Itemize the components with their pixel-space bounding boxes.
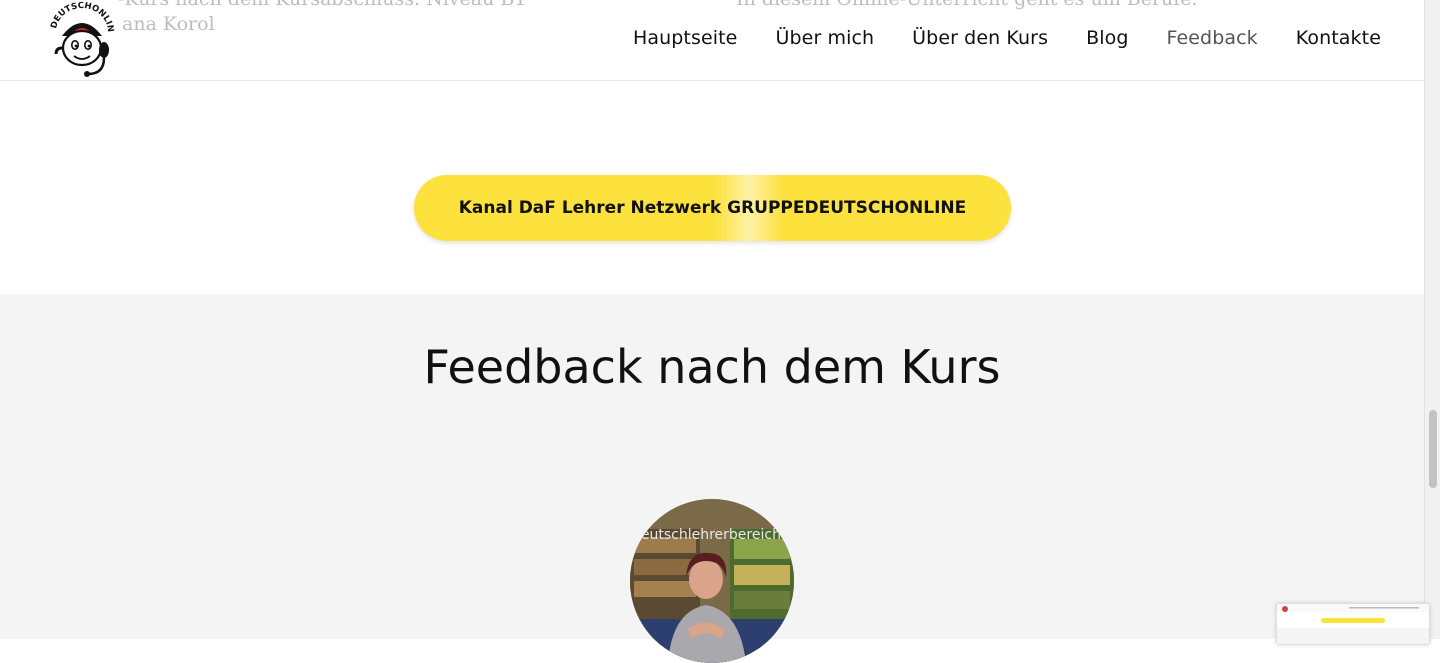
scrollbar-thumb[interactable] — [1429, 410, 1437, 488]
svg-text:deutschlehrerbereich: deutschlehrerbereich — [632, 527, 781, 543]
channel-button-label: Kanal DaF Lehrer Netzwerk GRUPPEDEUTSCHO… — [458, 198, 967, 218]
logo-icon[interactable]: DEUTSCHONLINE — [48, 2, 116, 78]
nav-item-kontakte[interactable]: Kontakte — [1296, 27, 1381, 49]
feedback-section: Feedback nach dem Kurs deutschlehrerbere… — [0, 294, 1424, 663]
nav-item-ueber-mich[interactable]: Über mich — [775, 27, 874, 49]
site-header: DEUTSCHONLINE Hauptseite Über mich Über … — [0, 0, 1424, 81]
preview-image — [1277, 604, 1429, 644]
section-title: Feedback nach dem Kurs — [423, 340, 1001, 394]
nav-item-hauptseite[interactable]: Hauptseite — [633, 27, 738, 49]
main-nav: Hauptseite Über mich Über den Kurs Blog … — [595, 27, 1381, 49]
nav-item-blog[interactable]: Blog — [1086, 27, 1128, 49]
cta-section: Kanal DaF Lehrer Netzwerk GRUPPEDEUTSCHO… — [0, 81, 1424, 294]
nav-item-ueber-den-kurs[interactable]: Über den Kurs — [912, 27, 1048, 49]
avatar-photo: deutschlehrerbereich — [630, 499, 794, 663]
nav-item-feedback[interactable]: Feedback — [1166, 27, 1257, 49]
channel-button[interactable]: Kanal DaF Lehrer Netzwerk GRUPPEDEUTSCHO… — [414, 175, 1011, 241]
avatar: deutschlehrerbereich — [630, 499, 794, 663]
page-scrollbar[interactable] — [1424, 0, 1440, 639]
